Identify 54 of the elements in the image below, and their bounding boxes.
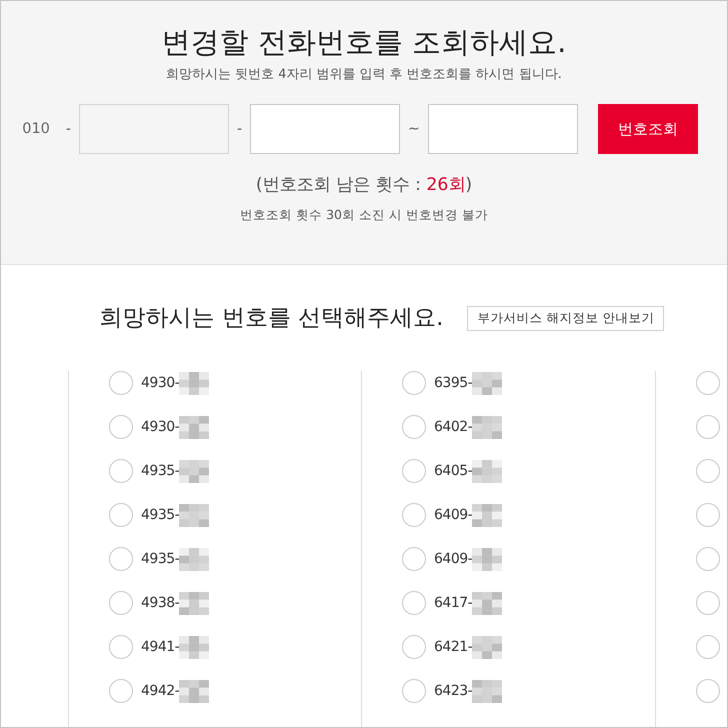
subtitle-text: 희망하시는 뒷번호 4자리 범위를 입력 후 번호조회를 하시면 됩니다. [166,66,562,84]
phone-number-text: 6405- [434,463,472,479]
phone-number-text: 4935- [141,463,180,479]
prefix-text: 010 [22,121,50,137]
phone-number-text: 4935- [141,507,180,523]
phone-number-text: 4941- [141,639,180,655]
remaining-count-text: (번호조회 남은 횟수 : 26회) [256,174,472,197]
phone-number-text: 6417- [434,595,472,611]
radio-button[interactable] [109,371,133,395]
radio-button[interactable] [402,503,426,527]
radio-button[interactable] [402,679,426,703]
radio-button[interactable] [402,547,426,571]
radio-button[interactable] [696,503,720,527]
phone-number-text: 6395- [434,375,472,391]
page-title: 변경할 전화번호를 조회하세요. [162,24,566,61]
radio-button[interactable] [402,459,426,483]
phone-number-text: 4930- [141,375,180,391]
phone-number-text: 4930- [141,419,180,435]
radio-button[interactable] [696,591,720,615]
radio-button[interactable] [109,503,133,527]
radio-button[interactable] [696,459,720,483]
phone-number-text: 4942- [141,683,180,699]
separator-text: - [66,121,71,137]
phone-number-text: 6409- [434,507,472,523]
radio-button[interactable] [109,679,133,703]
radio-button[interactable] [402,591,426,615]
input-field[interactable] [250,104,400,154]
radio-button[interactable] [402,635,426,659]
radio-button[interactable] [109,547,133,571]
radio-button[interactable] [402,415,426,439]
radio-button[interactable] [109,635,133,659]
phone-number-text: 6402- [434,419,472,435]
radio-button[interactable] [402,371,426,395]
search-button[interactable]: 번호조회 [598,104,698,154]
radio-button[interactable] [109,591,133,615]
radio-button[interactable] [696,679,720,703]
phone-number-text: 6409- [434,551,472,567]
phone-number-text: 6421- [434,639,472,655]
input-field[interactable] [428,104,578,154]
phone-number-text: 6423- [434,683,472,699]
section-title: 희망하시는 번호를 선택해주세요. [100,304,444,333]
phone-number-text: 4935- [141,551,180,567]
phone-number-text: 4938- [141,595,180,611]
input-field[interactable] [78,104,229,154]
radio-button[interactable] [696,547,720,571]
info-button[interactable]: 부가서비스 해지정보 안내보기 [467,306,664,330]
radio-button[interactable] [109,415,133,439]
note-text: 번호조회 횟수 30회 소진 시 번호변경 불가 [240,206,488,224]
radio-button[interactable] [696,371,720,395]
radio-button[interactable] [696,415,720,439]
radio-button[interactable] [109,459,133,483]
separator-text: ~ [408,121,420,137]
separator-text: - [236,121,242,137]
radio-button[interactable] [696,635,720,659]
